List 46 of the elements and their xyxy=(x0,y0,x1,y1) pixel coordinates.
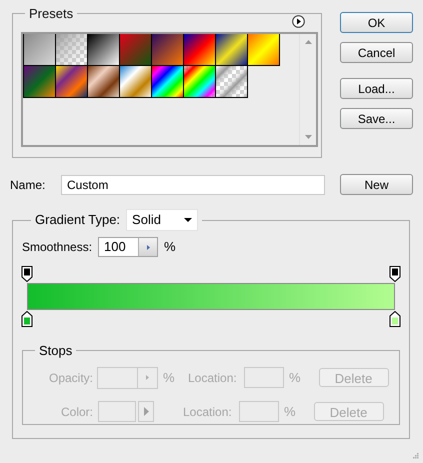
arrow-icon xyxy=(146,375,149,380)
smoothness-field[interactable]: 100 xyxy=(98,237,158,257)
menu-icon[interactable] xyxy=(292,14,305,28)
dialog-button[interactable]: Cancel xyxy=(340,42,413,63)
arrow-icon xyxy=(146,244,150,250)
gradient-swatch[interactable] xyxy=(120,34,152,66)
gradient-type-dropdown[interactable]: Solid xyxy=(126,209,198,231)
unit-label: % xyxy=(163,368,176,387)
gradient-swatch[interactable] xyxy=(56,66,88,98)
arrow-icon xyxy=(144,407,148,416)
unit-label: % xyxy=(164,238,176,256)
dialog-button[interactable]: New xyxy=(340,174,413,195)
field-label: Opacity: xyxy=(48,370,93,386)
field-label: Location: xyxy=(188,370,238,386)
gradient-swatch[interactable] xyxy=(88,66,120,98)
color-stop-marker[interactable] xyxy=(22,311,32,327)
field-label: Location: xyxy=(183,404,233,420)
gradient-swatch[interactable] xyxy=(152,34,184,66)
dialog-button[interactable]: Load... xyxy=(340,78,413,99)
field-label: Smoothness: xyxy=(22,239,94,256)
dialog-button[interactable]: OK xyxy=(340,12,413,33)
gradient-swatch[interactable] xyxy=(24,66,56,98)
gradient-swatch[interactable] xyxy=(56,34,88,66)
gradient-swatch[interactable] xyxy=(184,66,216,98)
gradient-swatch[interactable] xyxy=(184,34,216,66)
color-stop-marker[interactable] xyxy=(390,311,400,327)
gradient-swatch[interactable] xyxy=(88,34,120,66)
group-label: Presets xyxy=(29,6,74,21)
resize-grip-icon[interactable] xyxy=(412,452,419,459)
unit-label: % xyxy=(284,402,296,421)
field-label: Color: xyxy=(60,404,93,420)
field-label: Name: xyxy=(10,176,46,194)
gradient-swatch[interactable] xyxy=(248,34,280,66)
unit-label: % xyxy=(289,368,301,387)
gradient-swatch[interactable] xyxy=(120,66,152,98)
gradient-swatch[interactable] xyxy=(216,34,248,66)
group-label: Stops xyxy=(39,343,72,358)
opacity-stop-marker[interactable] xyxy=(390,266,400,282)
opacity-stop-marker[interactable] xyxy=(22,266,32,282)
dialog-button[interactable]: Save... xyxy=(340,108,413,129)
name-field[interactable]: Custom xyxy=(61,174,325,194)
gradient-swatch[interactable] xyxy=(24,34,56,66)
gradient-swatch[interactable] xyxy=(152,66,184,98)
field-label: Gradient Type: xyxy=(35,211,120,230)
gradient-swatch[interactable] xyxy=(216,66,248,98)
dropdown-arrow-icon xyxy=(184,218,192,222)
